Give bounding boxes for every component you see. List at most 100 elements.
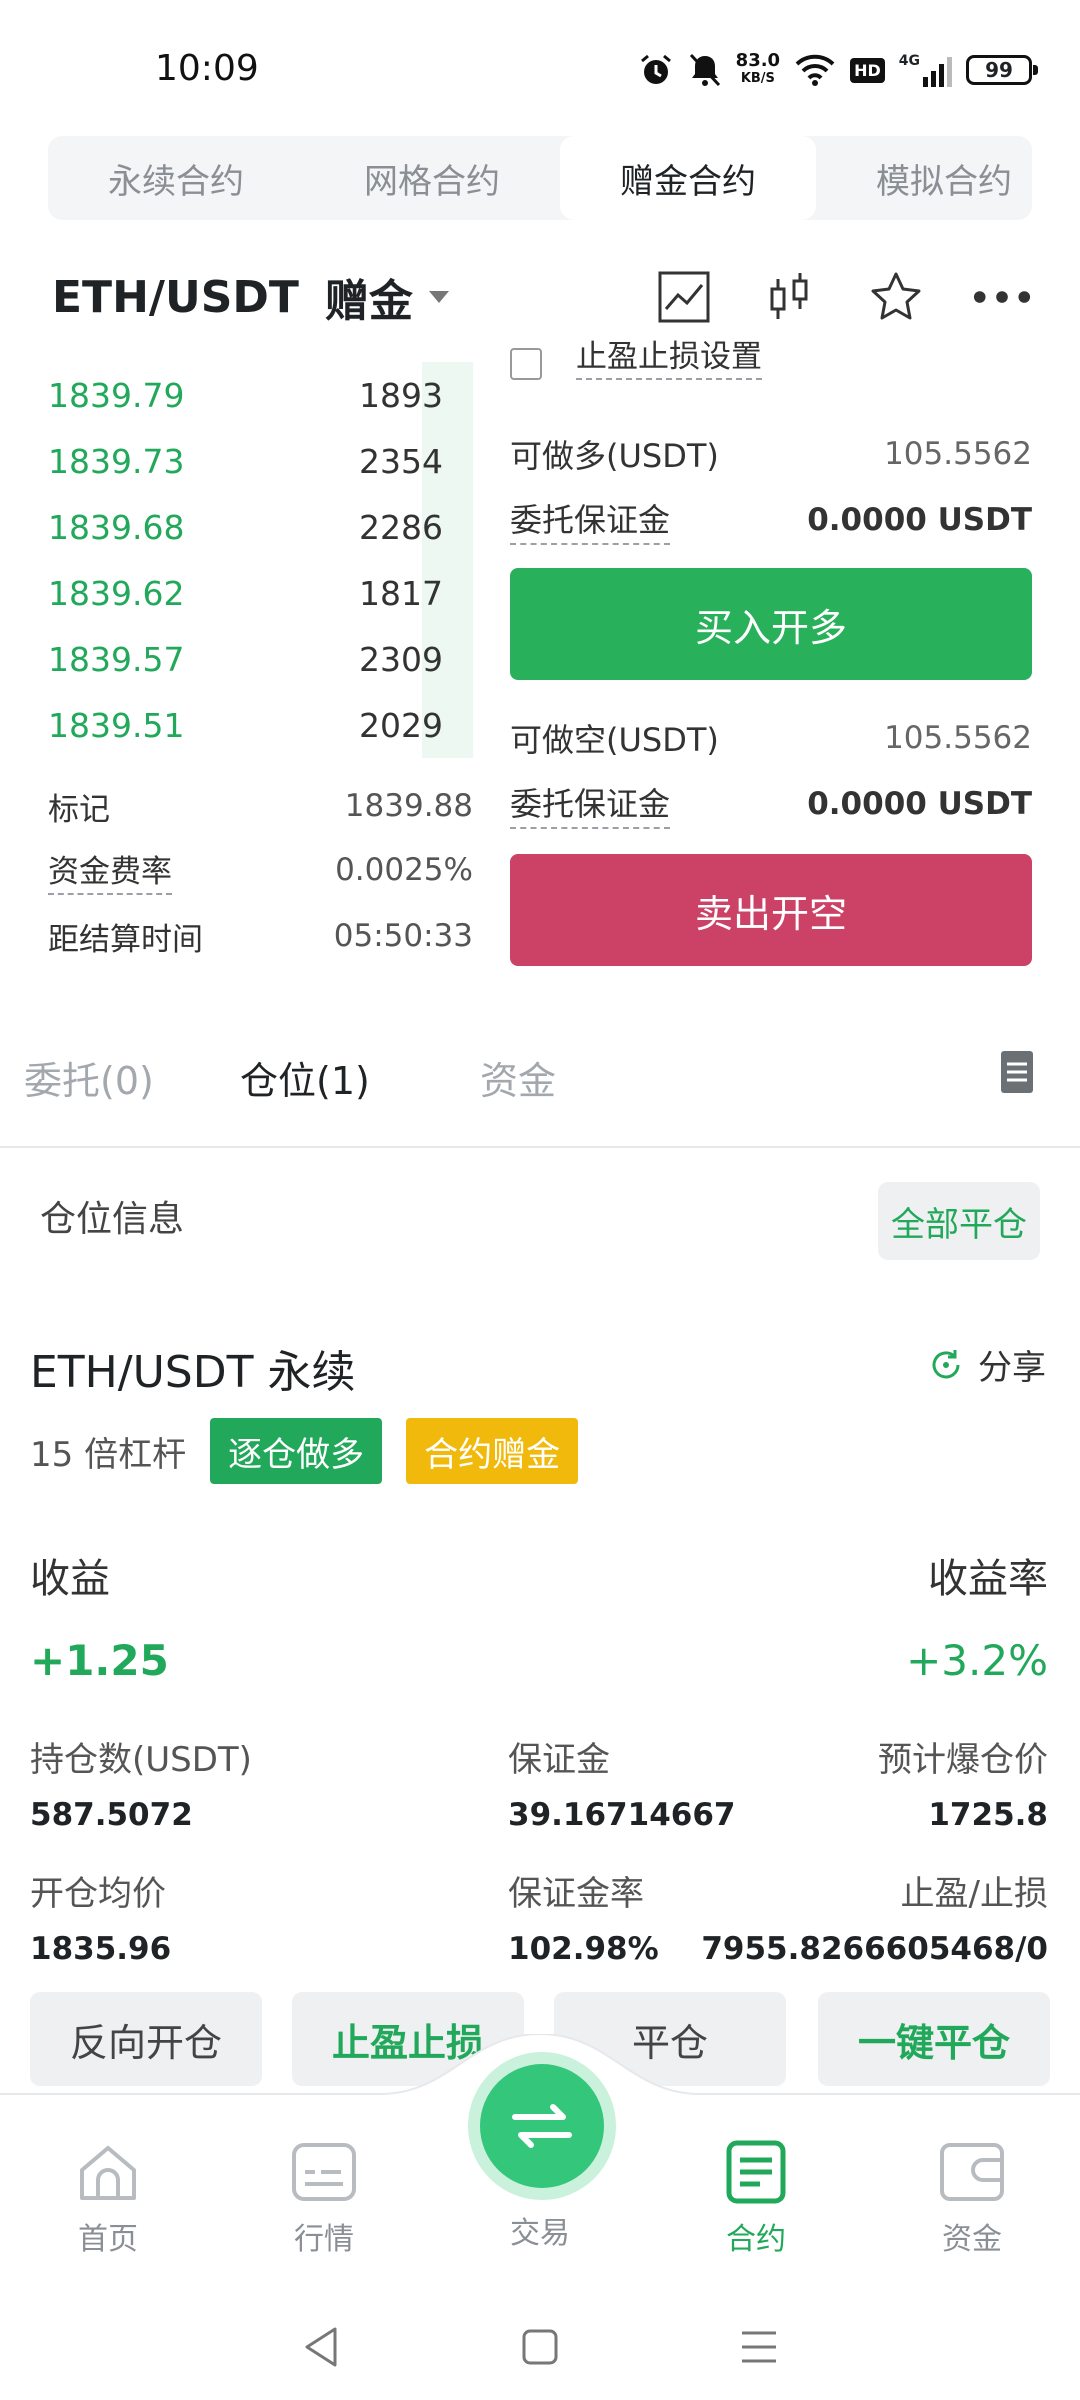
position-size-label: 持仓数(USDT) — [30, 1740, 252, 1780]
entry-price-stat: 开仓均价 1835.96 — [30, 1866, 171, 1967]
tp-sl-stat: 止盈/止损 7955.8266605468/0 — [701, 1866, 1048, 1967]
document-icon[interactable] — [1000, 1050, 1034, 1098]
status-time: 10:09 — [155, 48, 259, 89]
orderbook-row[interactable]: 1839.73 2354 — [48, 428, 473, 494]
position-size-stat: 持仓数(USDT) 587.5072 — [30, 1732, 252, 1833]
settlement-row: 距结算时间 05:50:33 — [48, 906, 473, 966]
long-margin-label[interactable]: 委托保证金 — [510, 495, 671, 545]
leverage-row: 15 倍杠杆 逐仓做多 合约赠金 — [30, 1418, 579, 1484]
mark-price-row: 标记 1839.88 — [48, 776, 473, 836]
pnl-value: +1.25 — [30, 1636, 169, 1685]
entry-price-label: 开仓均价 — [30, 1874, 166, 1914]
long-available-label: 可做多(USDT) — [510, 437, 719, 475]
side-badge: 逐仓做多 — [210, 1418, 383, 1484]
roe-label: 收益率 — [928, 1556, 1048, 1602]
mark-price-value: 1839.88 — [344, 788, 473, 824]
short-available-value: 105.5562 — [884, 720, 1032, 756]
nav-trade-label: 交易 — [510, 2216, 570, 2251]
share-label: 分享 — [978, 1348, 1046, 1388]
orderbook-price: 1839.79 — [48, 375, 185, 415]
nav-trade-button[interactable] — [480, 2064, 604, 2188]
short-margin-label[interactable]: 委托保证金 — [510, 779, 671, 829]
pnl-label: 收益 — [30, 1556, 110, 1602]
bonus-badge: 合约赠金 — [406, 1418, 579, 1484]
pair-name[interactable]: ETH/USDT — [52, 272, 299, 323]
star-icon[interactable] — [866, 267, 926, 327]
bottom-nav: 首页 行情 交易 合约 资金 — [0, 2034, 1080, 2294]
short-margin-value: 0.0000 USDT — [807, 786, 1032, 822]
position-size-value: 587.5072 — [30, 1797, 193, 1833]
orderbook-row[interactable]: 1839.68 2286 — [48, 494, 473, 560]
orderbook-qty: 1817 — [359, 573, 443, 613]
position-tabs: 委托(0) 仓位(1) 资金 — [0, 1038, 1080, 1148]
long-available-value: 105.5562 — [884, 436, 1032, 472]
chart-icon[interactable] — [654, 267, 714, 327]
share-icon — [932, 1349, 960, 1378]
signal-icon: 4G — [899, 53, 952, 87]
tab-bonus[interactable]: 赠金合约 — [560, 136, 816, 220]
market-icon — [292, 2143, 356, 2201]
long-margin-row: 委托保证金 0.0000 USDT — [510, 490, 1032, 550]
entry-price-value: 1835.96 — [30, 1931, 172, 1967]
nav-home[interactable]: 首页 — [28, 2136, 188, 2258]
tab-perpetual[interactable]: 永续合约 — [48, 136, 304, 220]
leverage-text: 15 倍杠杆 — [30, 1434, 187, 1475]
orderbook-price: 1839.62 — [48, 573, 185, 613]
pair-tag[interactable]: 赠金 — [325, 265, 413, 329]
orderbook-qty: 2354 — [359, 441, 443, 481]
nav-contract[interactable]: 合约 — [676, 2136, 836, 2258]
pair-header: ETH/USDT 赠金 — [52, 262, 1032, 332]
settlement-value: 05:50:33 — [333, 918, 473, 954]
liquidation-value: 1725.8 — [928, 1797, 1048, 1833]
tp-sl-stat-value: 7955.8266605468/0 — [701, 1931, 1048, 1967]
more-icon[interactable] — [972, 267, 1032, 327]
contract-type-tabs: 永续合约 网格合约 赠金合约 模拟合约 — [48, 136, 1032, 220]
contract-icon — [726, 2140, 786, 2204]
long-margin-value: 0.0000 USDT — [807, 502, 1032, 538]
chevron-down-icon[interactable] — [428, 291, 449, 303]
tp-sl-label: 止盈止损设置 — [576, 340, 762, 380]
orderbook-row[interactable]: 1839.51 2029 — [48, 692, 473, 758]
tab-positions[interactable]: 仓位(1) — [240, 1050, 370, 1105]
mark-price-label: 标记 — [48, 791, 110, 828]
funding-rate-value: 0.0025% — [335, 852, 473, 888]
candlestick-icon[interactable] — [760, 267, 820, 327]
sell-short-button[interactable]: 卖出开空 — [510, 854, 1032, 966]
orderbook-qty: 2029 — [359, 705, 443, 745]
mute-bell-icon — [689, 53, 720, 87]
margin-ratio-stat: 保证金率 102.98% — [508, 1866, 659, 1967]
share-button[interactable]: 分享 — [928, 1340, 1046, 1389]
orderbook-price: 1839.57 — [48, 639, 185, 679]
status-icons: 83.0 KB/S HD 4G 99 — [638, 48, 1038, 92]
home-square-icon[interactable] — [521, 2328, 559, 2366]
tab-orders[interactable]: 委托(0) — [24, 1050, 154, 1105]
close-all-button[interactable]: 全部平仓 — [878, 1182, 1040, 1260]
liquidation-stat: 预计爆仓价 1725.8 — [878, 1732, 1048, 1833]
margin-value: 39.16714667 — [508, 1797, 736, 1833]
nav-market[interactable]: 行情 — [244, 2136, 404, 2258]
orderbook-qty: 1893 — [359, 375, 443, 415]
tp-sl-checkbox[interactable] — [510, 348, 542, 380]
wifi-icon — [795, 54, 835, 86]
short-available-row: 可做空(USDT) 105.5562 — [510, 708, 1032, 768]
orderbook-row[interactable]: 1839.62 1817 — [48, 560, 473, 626]
funding-rate-row: 资金费率 0.0025% — [48, 840, 473, 900]
network-speed: 83.0 KB/S — [735, 50, 781, 87]
tp-sl-checkbox-row[interactable]: 止盈止损设置 — [510, 340, 762, 380]
nav-assets[interactable]: 资金 — [892, 2136, 1052, 2258]
margin-label: 保证金 — [508, 1740, 610, 1780]
orderbook-row[interactable]: 1839.79 1893 — [48, 362, 473, 428]
funding-rate-label[interactable]: 资金费率 — [48, 846, 172, 895]
buy-long-button[interactable]: 买入开多 — [510, 568, 1032, 680]
roe-value: +3.2% — [906, 1636, 1048, 1685]
tab-grid[interactable]: 网格合约 — [304, 136, 560, 220]
back-icon[interactable] — [301, 2325, 341, 2369]
orderbook-qty: 2286 — [359, 507, 443, 547]
menu-icon[interactable] — [739, 2328, 779, 2366]
tab-funds[interactable]: 资金 — [480, 1050, 556, 1105]
tab-demo[interactable]: 模拟合约 — [816, 136, 1032, 220]
orderbook-row[interactable]: 1839.57 2309 — [48, 626, 473, 692]
swap-icon — [512, 2104, 572, 2148]
orderbook-price: 1839.73 — [48, 441, 185, 481]
settlement-label: 距结算时间 — [48, 921, 203, 958]
